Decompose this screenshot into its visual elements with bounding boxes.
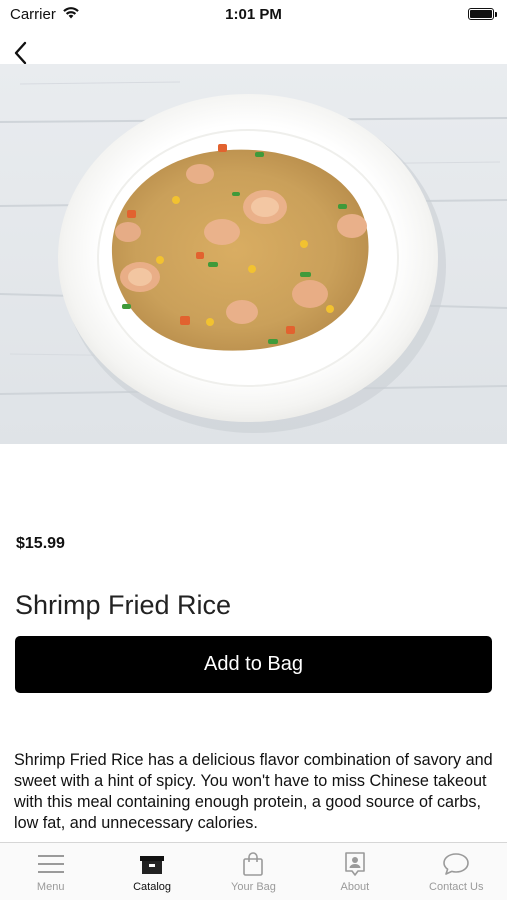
about-icon [340,851,370,877]
product-price: $15.99 [16,535,65,552]
add-to-bag-button[interactable]: Add to Bag [15,636,492,693]
tab-bar: Menu Catalog Your Bag About Contact Us [0,842,507,900]
tab-label-your-bag: Your Bag [231,881,276,893]
tab-label-about: About [340,881,370,893]
tab-catalog[interactable]: Catalog [104,851,200,893]
menu-icon [36,851,66,877]
tab-label-menu: Menu [36,881,65,893]
product-description: Shrimp Fried Rice has a delicious flavor… [14,751,493,832]
product-title: Shrimp Fried Rice [15,590,232,620]
tab-menu[interactable]: Menu [3,851,99,893]
status-bar: Carrier 1:01 PM [0,0,507,28]
tab-contact-us[interactable]: Contact Us [408,851,504,893]
carrier-label: Carrier [10,5,56,23]
wifi-icon [62,6,80,23]
tab-about[interactable]: About [307,851,403,893]
product-image [0,64,507,444]
tab-your-bag[interactable]: Your Bag [205,851,301,893]
chevron-left-icon [14,41,27,65]
tab-label-contact-us: Contact Us [429,881,484,893]
chat-icon [441,851,471,877]
status-left: Carrier [10,6,80,23]
battery-icon [468,8,497,20]
bag-icon [238,851,268,877]
catalog-icon [137,851,167,877]
tab-label-catalog: Catalog [133,881,172,893]
